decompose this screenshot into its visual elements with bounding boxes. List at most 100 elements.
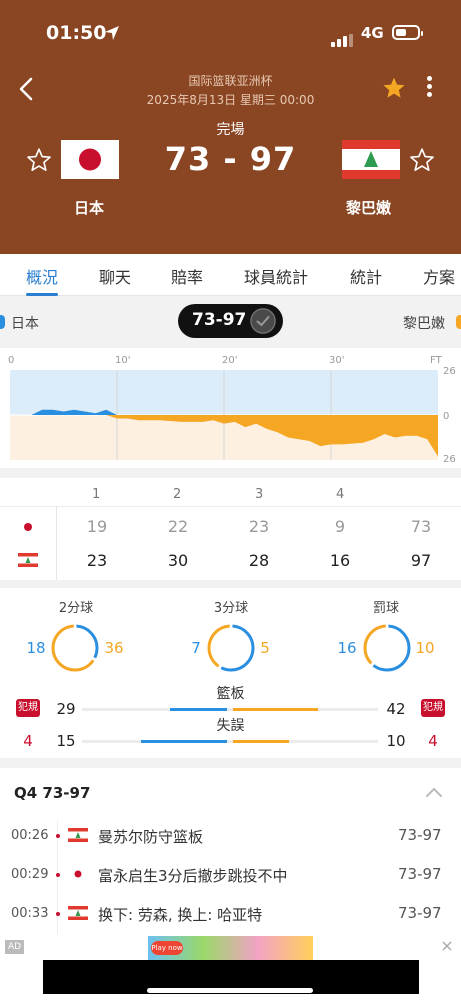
match-header: 01:50 4G 国际篮联亚洲杯 2025年8月13日 星期三 00:00 完場… <box>0 0 461 254</box>
x-tick-label: 0 <box>8 355 14 366</box>
timeline-dot <box>56 912 60 916</box>
turnovers-away-bar <box>233 740 290 743</box>
signal-icon <box>331 28 355 47</box>
active-tab-indicator <box>26 293 58 296</box>
away-turnovers: 10 <box>386 732 406 750</box>
divider <box>0 506 461 507</box>
event-score: 73-97 <box>398 826 442 844</box>
home-q4-score: 9 <box>334 517 346 536</box>
event-score: 73-97 <box>398 904 442 922</box>
network-type: 4G <box>361 24 384 42</box>
away-q2-score: 30 <box>167 551 189 570</box>
tab-plans[interactable]: 方案 <box>423 264 455 288</box>
free-throw-label: 罰球 <box>372 601 399 616</box>
quarter-header: 4 <box>336 487 345 502</box>
follow-away-star-icon[interactable] <box>409 147 435 173</box>
pill-score: 73-97 <box>192 310 247 330</box>
x-tick-label: 10' <box>115 355 130 366</box>
away-total-score: 97 <box>410 551 432 570</box>
lebanon-flag-icon <box>18 553 38 567</box>
battery-icon <box>392 25 423 40</box>
momentum-chart-svg: 0 10' 20' 30' FT26026 <box>8 355 456 465</box>
timeline-dot <box>56 873 60 877</box>
event-score: 73-97 <box>398 865 442 883</box>
tab-overview[interactable]: 概況 <box>26 264 58 288</box>
ad-image[interactable]: Play now <box>148 936 313 960</box>
three-pt-label: 3分球 <box>213 601 249 616</box>
free-throw-away: 10 <box>415 639 435 657</box>
strip-home-name: 日本 <box>11 316 39 332</box>
y-tick-label: 26 <box>443 366 456 377</box>
score-pill[interactable]: 73-97 <box>178 304 283 338</box>
japan-flag-icon <box>18 520 38 534</box>
quarter-header: 3 <box>255 487 264 502</box>
more-options-icon[interactable] <box>421 76 437 102</box>
lebanon-flag-icon <box>68 828 88 842</box>
three-pt-away: 5 <box>260 639 270 657</box>
free-throw-home: 16 <box>337 639 357 657</box>
check-icon <box>250 308 276 334</box>
close-icon[interactable] <box>441 940 453 952</box>
rebounds-home-bar <box>169 708 227 711</box>
away-q1-score: 23 <box>86 551 108 570</box>
x-tick-label: 20' <box>222 355 237 366</box>
rebounds-bar <box>82 708 378 711</box>
y-tick-label: 0 <box>443 411 449 422</box>
lebanon-flag-icon <box>342 140 400 179</box>
tab-bar: 概況 聊天 賠率 球員統計 統計 方案 <box>0 254 461 296</box>
event-time: 00:33 <box>11 906 49 921</box>
pbp-quarter-title: Q4 73-97 <box>14 784 91 802</box>
away-fouls: 4 <box>428 732 438 750</box>
japan-flag-icon <box>61 140 119 179</box>
match-status: 完場 <box>216 122 245 138</box>
event-time: 00:26 <box>11 828 49 843</box>
follow-home-star-icon[interactable] <box>26 147 52 173</box>
away-color-marker <box>456 315 461 329</box>
home-total-score: 73 <box>410 517 432 536</box>
home-team-name[interactable]: 日本 <box>74 197 104 218</box>
rebounds-away-bar <box>233 708 318 711</box>
x-tick-label: FT <box>430 355 443 366</box>
x-tick-label: 30' <box>329 355 344 366</box>
home-indicator <box>147 988 313 993</box>
location-arrow-icon <box>105 26 119 40</box>
strip-away-name: 黎巴嫩 <box>403 316 445 332</box>
timeline-dot <box>56 834 60 838</box>
two-pt-ring <box>51 624 99 672</box>
chevron-up-icon[interactable] <box>425 786 443 798</box>
quarter-header: 1 <box>92 487 101 502</box>
event-text: 富永启生3分后撤步跳投不中 <box>98 867 288 885</box>
lebanon-flag-icon <box>68 906 88 920</box>
teams-strip: 日本 73-97 黎巴嫩 <box>0 297 461 348</box>
away-q4-score: 16 <box>329 551 351 570</box>
two-pt-label: 2分球 <box>58 601 94 616</box>
ad-banner[interactable]: AD Play now <box>0 934 461 1000</box>
tab-chat[interactable]: 聊天 <box>99 264 131 288</box>
team-stats-panel: 2分球 18 36 3分球 7 5 罰球 16 10 籃板 犯規 29 42 犯… <box>0 588 461 758</box>
tab-odds[interactable]: 賠率 <box>171 264 203 288</box>
tab-player-stats[interactable]: 球員統計 <box>244 264 308 288</box>
divider <box>56 506 57 580</box>
home-fouls: 4 <box>23 732 33 750</box>
score-momentum-chart: 0 10' 20' 30' FT 26 0 26 <box>0 348 461 468</box>
away-team-name[interactable]: 黎巴嫩 <box>346 197 391 218</box>
status-bar: 01:50 4G <box>0 20 461 48</box>
home-color-marker <box>0 315 5 329</box>
quarter-header: 2 <box>173 487 182 502</box>
quarter-scores-table: 1 2 3 4 19 22 23 9 73 23 30 28 16 97 <box>0 478 461 580</box>
home-q3-score: 23 <box>248 517 270 536</box>
turnovers-bar <box>82 740 378 743</box>
ad-play-button[interactable]: Play now <box>151 941 183 955</box>
home-turnovers: 15 <box>56 732 76 750</box>
event-text: 曼苏尔防守篮板 <box>98 828 204 846</box>
home-q2-score: 22 <box>167 517 189 536</box>
turnovers-home-bar <box>141 740 227 743</box>
ad-label: AD <box>5 940 25 954</box>
y-tick-label: 26 <box>443 454 456 465</box>
tab-stats[interactable]: 統計 <box>350 264 382 288</box>
play-by-play: Q4 73-97 00:26 曼苏尔防守篮板 73-97 00:29 富永启生3… <box>0 768 461 934</box>
clock: 01:50 <box>46 22 107 44</box>
event-text: 换下: 劳森, 换上: 哈亚特 <box>98 906 263 924</box>
two-pt-away: 36 <box>104 639 124 657</box>
favorite-star-icon[interactable] <box>382 76 406 100</box>
